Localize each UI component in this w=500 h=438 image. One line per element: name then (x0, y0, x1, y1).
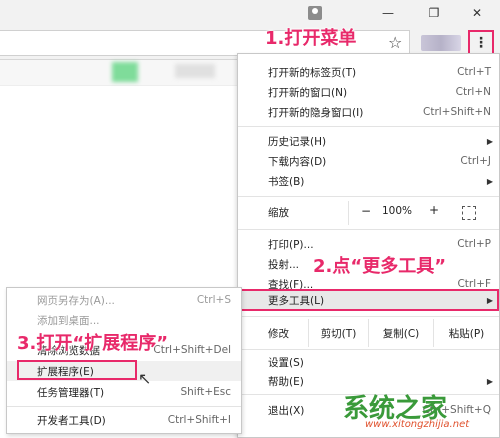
blurred-content (112, 62, 138, 82)
submenu-arrow-icon: ▶ (486, 136, 493, 146)
shortcut-label: Ctrl+J (460, 155, 491, 167)
extensions-highlight-box (17, 360, 137, 380)
menu-item-label: 打印(P)... (268, 238, 314, 251)
submenu-arrow-icon: ▶ (486, 176, 493, 186)
menu-separator (7, 406, 241, 407)
menu-item-bookmarks[interactable]: 书签(B) ▶ (238, 171, 499, 191)
zoom-in-button[interactable]: + (429, 203, 439, 217)
close-button[interactable]: ✕ (457, 0, 497, 26)
minimize-button[interactable]: — (368, 0, 408, 26)
menu-separator (238, 126, 499, 127)
cut-button[interactable]: 剪切(T) (308, 319, 368, 347)
menu-item-label: 下载内容(D) (268, 155, 327, 168)
menu-item-label: 更多工具(L) (268, 294, 325, 307)
watermark: 系统之家 www.xitongzhijia.net (343, 388, 500, 438)
menu-item-print[interactable]: 打印(P)... Ctrl+P (238, 234, 499, 254)
shortcut-label: Ctrl+S (196, 294, 231, 306)
menu-item-incognito[interactable]: 打开新的隐身窗口(I) Ctrl+Shift+N (238, 102, 499, 122)
submenu-item-devtools[interactable]: 开发者工具(D) Ctrl+Shift+I (7, 410, 241, 430)
edit-row: 修改 剪切(T) 复制(C) 粘贴(P) (238, 319, 499, 347)
zoom-label: 缩放 (268, 207, 289, 219)
zoom-level: 100% (382, 205, 413, 217)
shortcut-label: Ctrl+Shift+I (167, 414, 231, 426)
chrome-main-menu: 打开新的标签页(T) Ctrl+T 打开新的窗口(N) Ctrl+N 打开新的隐… (237, 53, 500, 438)
menu-item-label: 历史记录(H) (268, 135, 327, 148)
shortcut-label: Ctrl+T (457, 66, 491, 78)
shortcut-label: Ctrl+N (455, 86, 491, 98)
menu-item-label: 退出(X) (268, 404, 305, 417)
submenu-item-task-manager[interactable]: 任务管理器(T) Shift+Esc (7, 382, 241, 402)
submenu-arrow-icon: ▶ (486, 295, 493, 305)
step1-annotation: 1.打开菜单 (265, 28, 357, 49)
menu-item-history[interactable]: 历史记录(H) ▶ (238, 131, 499, 151)
profile-icon (308, 6, 322, 20)
watermark-url: www.xitongzhijia.net (365, 419, 470, 430)
step2-annotation: 2.点“更多工具” (313, 256, 447, 277)
menu-item-label: 任务管理器(T) (37, 386, 105, 399)
menu-item-label: 打开新的隐身窗口(I) (268, 106, 364, 119)
menu-item-settings[interactable]: 设置(S) (238, 352, 499, 372)
submenu-arrow-icon: ▶ (486, 376, 493, 386)
menu-item-label: 投射... (268, 258, 300, 271)
menu-item-more-tools[interactable]: 更多工具(L) ▶ (238, 289, 499, 311)
menu-separator (238, 196, 499, 197)
mouse-cursor-icon: ↖ (138, 369, 152, 388)
zoom-row: 缩放 − 100% + (238, 201, 499, 225)
menu-item-downloads[interactable]: 下载内容(D) Ctrl+J (238, 151, 499, 171)
menu-separator (238, 349, 499, 350)
profile-button[interactable] (303, 0, 327, 26)
shortcut-label: Ctrl+Shift+N (423, 106, 491, 118)
menu-separator (238, 316, 499, 317)
menu-item-label: 打开新的标签页(T) (268, 66, 357, 79)
menu-item-label: 开发者工具(D) (37, 414, 106, 427)
menu-item-label: 帮助(E) (268, 375, 304, 388)
edit-label: 修改 (268, 328, 289, 340)
extension-icons-blurred (421, 35, 461, 51)
menu-item-new-window[interactable]: 打开新的窗口(N) Ctrl+N (238, 82, 499, 102)
submenu-item-save-page[interactable]: 网页另存为(A)... Ctrl+S (7, 290, 241, 310)
zoom-controls: − 100% + (348, 201, 499, 225)
step3-annotation: 3.打开“扩展程序” (17, 333, 169, 354)
zoom-out-button[interactable]: − (361, 204, 371, 218)
title-bar: — ❐ ✕ (0, 0, 500, 26)
menu-item-label: 网页另存为(A)... (37, 294, 115, 307)
shortcut-label: Shift+Esc (180, 386, 231, 398)
blurred-content (175, 64, 215, 78)
copy-button[interactable]: 复制(C) (368, 319, 433, 347)
maximize-button[interactable]: ❐ (414, 0, 454, 26)
shortcut-label: Ctrl+P (457, 238, 491, 250)
fullscreen-icon[interactable] (462, 206, 476, 220)
menu-item-label: 书签(B) (268, 175, 305, 188)
submenu-item-add-to-desktop[interactable]: 添加到桌面... (7, 310, 241, 330)
menu-separator (238, 229, 499, 230)
menu-item-label: 设置(S) (268, 356, 304, 369)
menu-item-label: 打开新的窗口(N) (268, 86, 348, 99)
menu-item-new-tab[interactable]: 打开新的标签页(T) Ctrl+T (238, 62, 499, 82)
menu-item-label: 添加到桌面... (37, 314, 100, 327)
paste-button[interactable]: 粘贴(P) (433, 319, 499, 347)
